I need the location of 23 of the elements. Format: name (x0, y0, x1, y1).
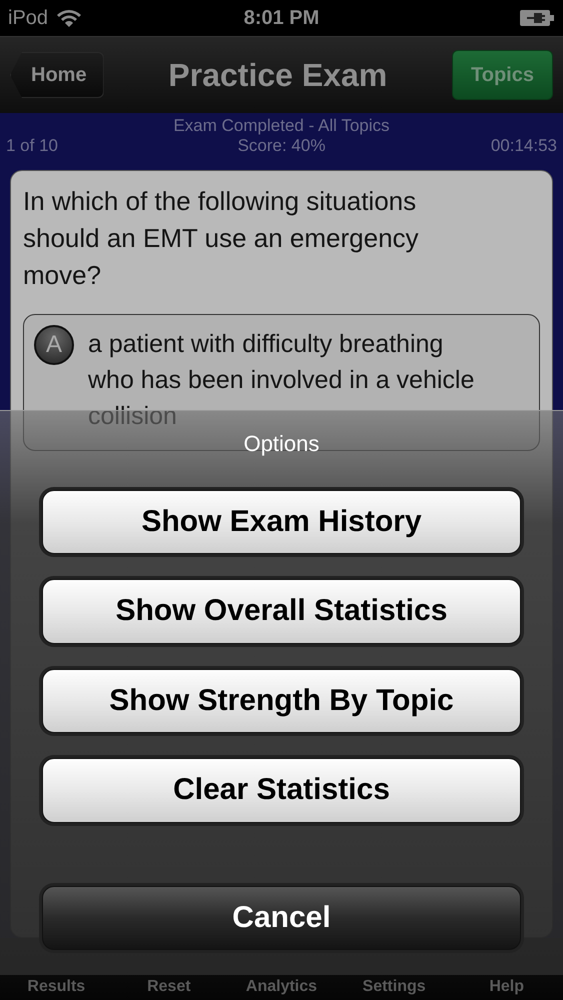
tab-item[interactable]: Help (450, 978, 563, 1000)
cancel-button[interactable]: Cancel (42, 886, 521, 950)
option-button[interactable]: Show Exam History (42, 490, 521, 554)
tab-item[interactable]: Analytics (225, 978, 338, 1000)
tab-item[interactable]: Settings (338, 978, 450, 1000)
option-button[interactable]: Show Overall Statistics (42, 579, 521, 644)
tab-item[interactable]: Reset (112, 978, 226, 1000)
question-text: In which of the following situations should an EMT use an emergency move? (23, 185, 420, 292)
answer-letter[interactable]: A (34, 325, 74, 365)
exam-status: Exam Completed - All Topics (172, 116, 391, 136)
back-button[interactable]: Home (10, 52, 104, 98)
option-button[interactable]: Show Strength By Topic (42, 668, 521, 734)
question-position: 1 of 10 (6, 136, 59, 156)
wifi-icon (56, 8, 82, 28)
status-time: 8:01 PM (244, 6, 320, 30)
option-button[interactable]: Clear Statistics (42, 758, 521, 823)
screen-title: Practice Exam (168, 56, 388, 94)
battery-charging-icon (519, 8, 555, 28)
carrier-name: iPod (8, 6, 48, 30)
answer-text: a patient with difficulty breathing who has been involved in a vehicle collision (88, 329, 476, 432)
tab-item[interactable]: Results (0, 978, 113, 1000)
timer-text: 00:14:53 (490, 136, 558, 156)
score-text: Score: 40% (236, 136, 326, 156)
